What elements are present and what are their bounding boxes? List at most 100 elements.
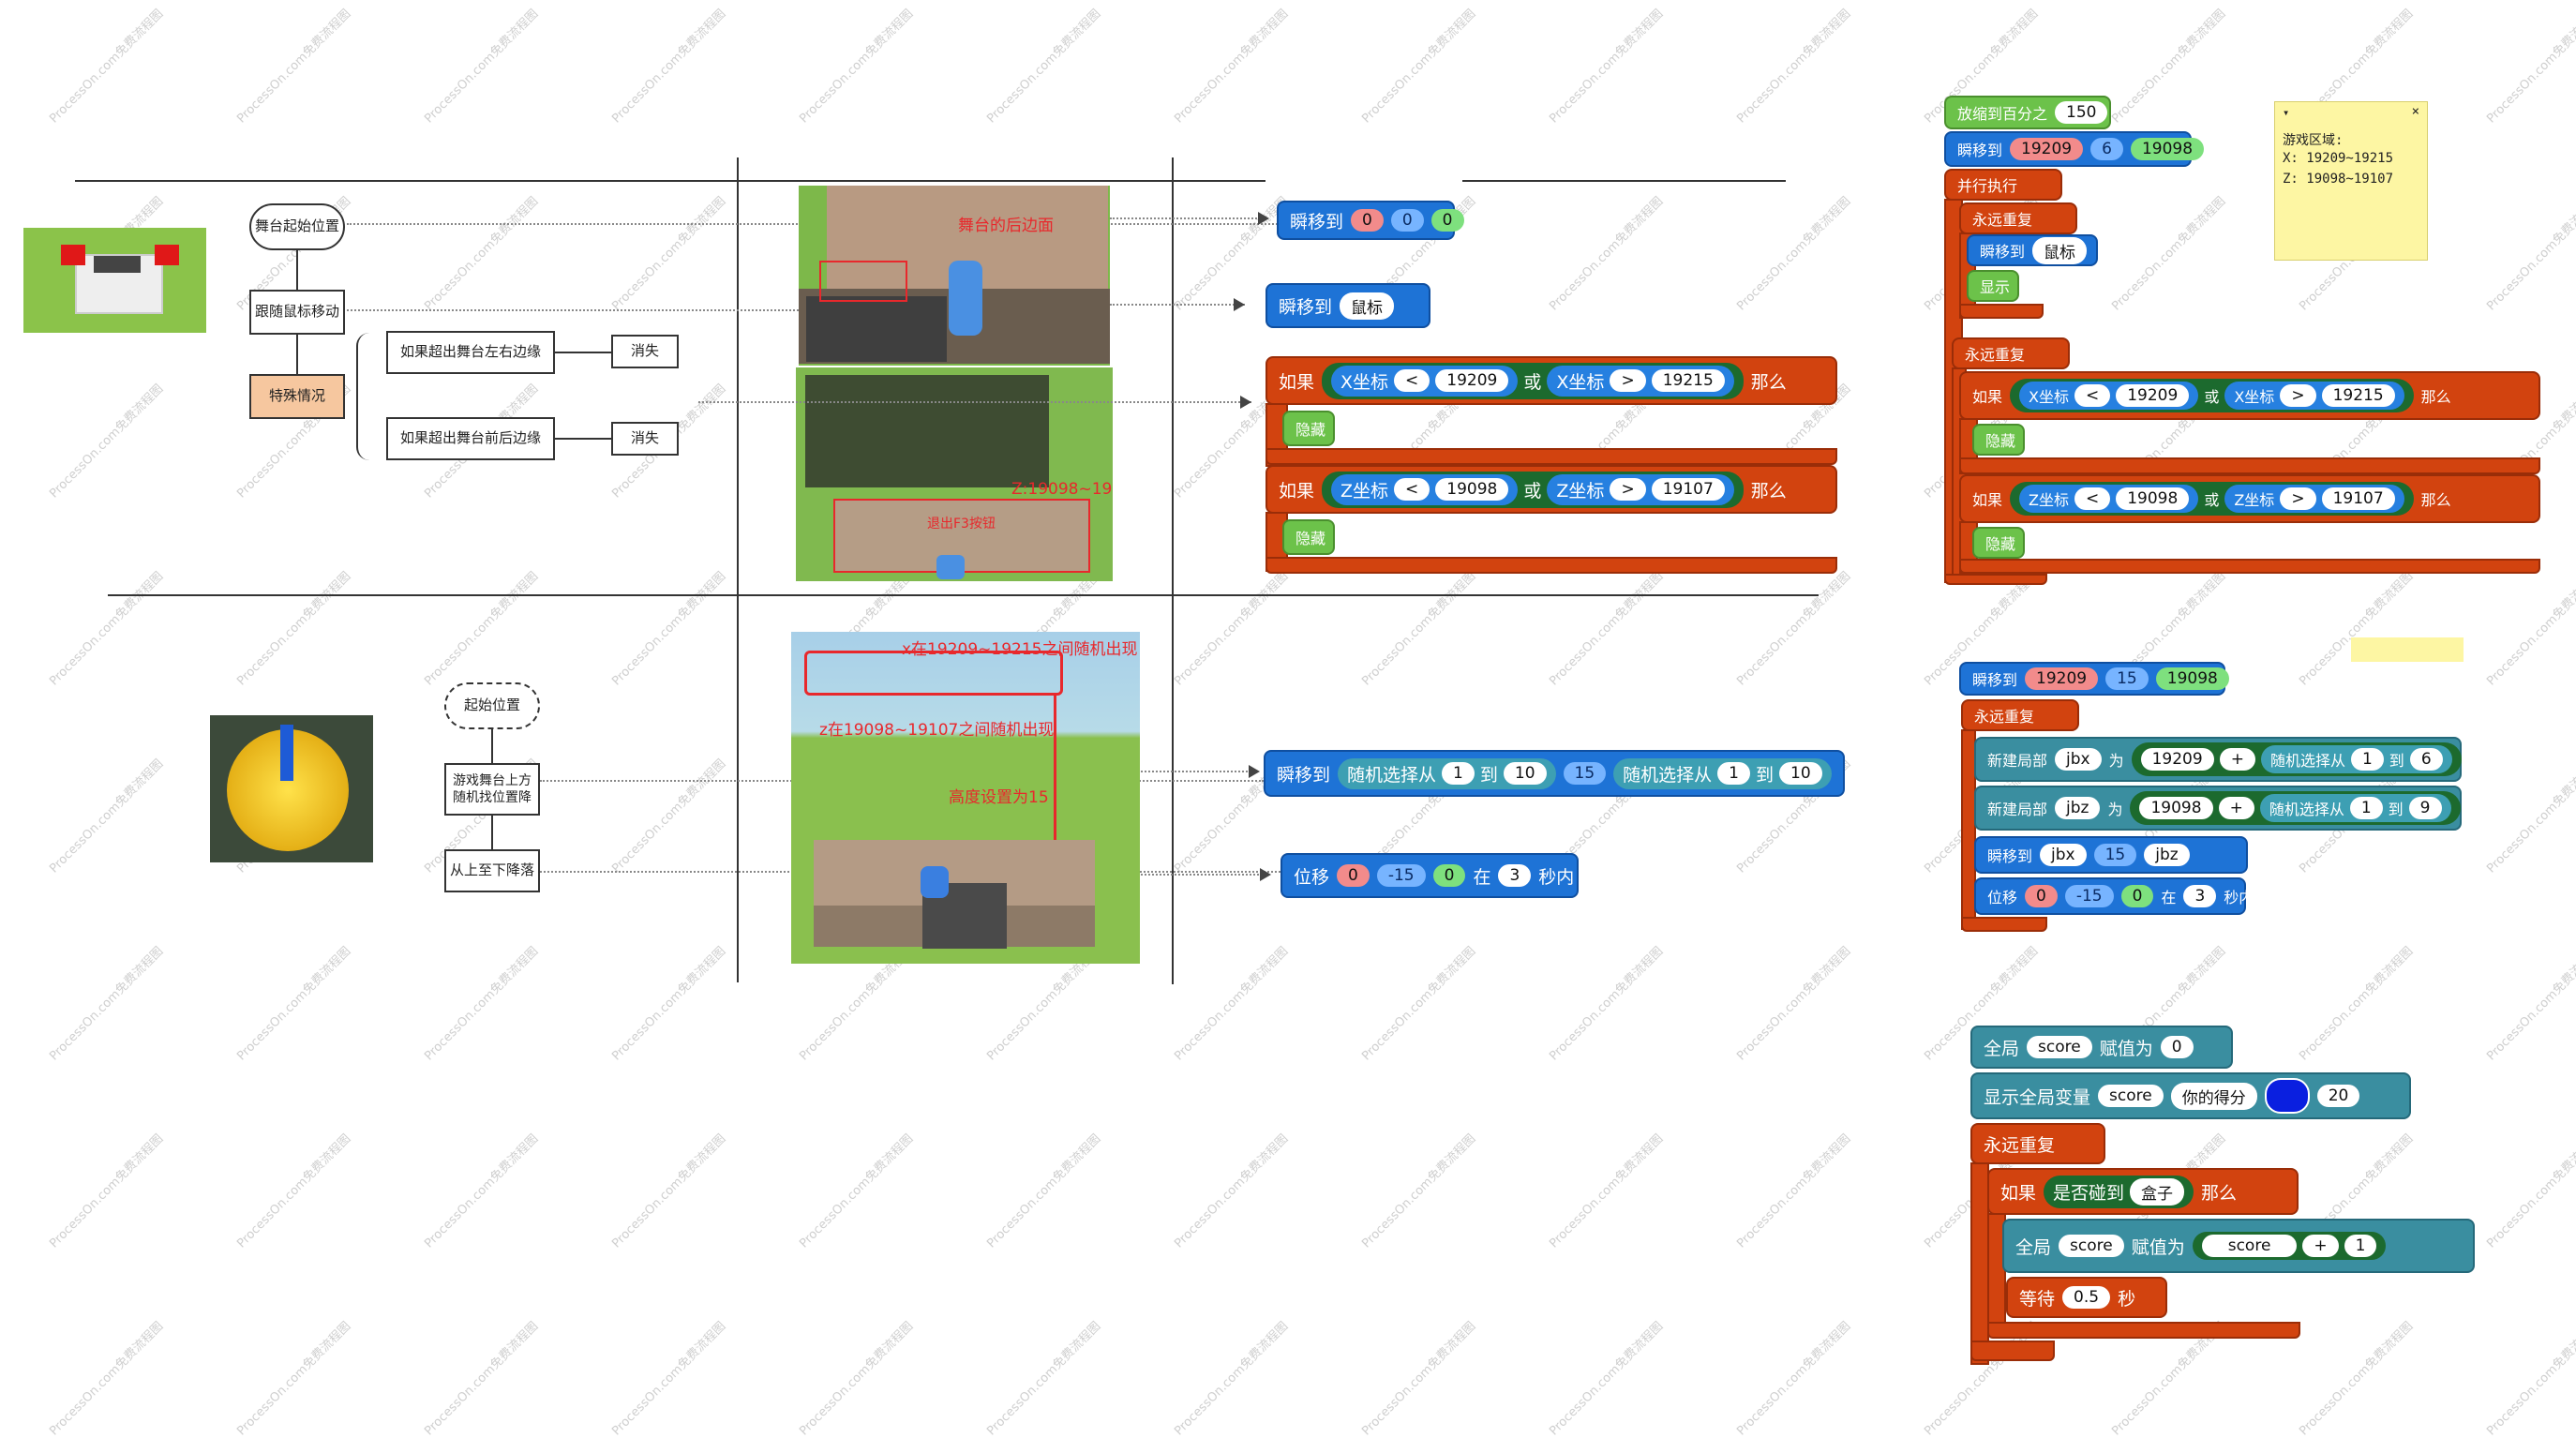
mid-if2-op1[interactable]: < — [1394, 478, 1430, 501]
right-g1-var[interactable]: score — [2027, 1036, 2092, 1058]
right-move-y[interactable]: -15 — [2064, 885, 2114, 907]
right-g2-label[interactable]: 你的得分 — [2170, 1082, 2257, 1110]
right-local-jbz-block[interactable]: 新建局部 jbz 为 19098 + 随机选择从 1 到 9 — [1974, 786, 2462, 831]
note-close-icon[interactable]: × — [2412, 104, 2419, 119]
mid-tp3-y[interactable]: 15 — [1563, 762, 1607, 785]
right-g3-block[interactable]: 全局 score 赋值为 score +1 — [2002, 1219, 2475, 1273]
mid-tp3-a1[interactable]: 1 — [1442, 762, 1475, 785]
mid-if1-n1[interactable]: 19209 — [1435, 369, 1509, 392]
right-tp2-block[interactable]: 瞬移到 19209 15 19098 — [1959, 662, 2229, 696]
mid-move-x[interactable]: 0 — [1337, 864, 1370, 887]
right-g2-color[interactable] — [2264, 1078, 2310, 1114]
mid-tp3-b1[interactable]: 10 — [1503, 762, 1547, 785]
right-g3-n[interactable]: 1 — [2344, 1235, 2377, 1257]
right-if3-block[interactable]: 如果 是否碰到 盒子 那么 — [1987, 1168, 2299, 1215]
mid-if-z-block[interactable]: 如果 Z坐标 <19098 或 Z坐标 >19107 那么 — [1266, 465, 1837, 514]
mid-tp-origin-block[interactable]: 瞬移到 0 0 0 — [1277, 201, 1464, 240]
right-local1-base[interactable]: 19209 — [2140, 748, 2214, 771]
mid-move-t[interactable]: 3 — [1498, 864, 1532, 887]
right-tp3-y[interactable]: 15 — [2093, 844, 2137, 866]
right-if-z-block[interactable]: 如果 Z坐标 <19098 或 Z坐标 >19107 那么 — [1959, 474, 2540, 523]
right-move-z[interactable]: 0 — [2120, 885, 2154, 907]
mid-move-z[interactable]: 0 — [1432, 864, 1466, 887]
right-local1-plus[interactable]: + — [2219, 748, 2255, 771]
right-wait-v[interactable]: 0.5 — [2062, 1286, 2111, 1309]
mid-tp3-b2[interactable]: 10 — [1779, 762, 1822, 785]
right-local2-var[interactable]: jbz — [2055, 797, 2101, 819]
right-g2-block[interactable]: 显示全局变量 score 你的得分 20 — [1970, 1072, 2411, 1119]
mid-move-block[interactable]: 位移 0 -15 0 在 3 秒内 — [1281, 853, 1579, 898]
right-g1-v[interactable]: 0 — [2160, 1036, 2194, 1058]
right-local-jbx-block[interactable]: 新建局部 jbx 为 19209 + 随机选择从 1 到 6 — [1974, 737, 2462, 782]
mid-if1-op1[interactable]: < — [1394, 369, 1430, 392]
right-local1-b[interactable]: 6 — [2409, 748, 2443, 771]
right-forever1-block[interactable]: 永远重复 — [1959, 202, 2077, 234]
right-tp2-x[interactable]: 19209 — [2025, 667, 2099, 690]
right-if1-hide-block[interactable]: 隐藏 — [1972, 424, 2025, 456]
right-tp3-block[interactable]: 瞬移到 jbx 15 jbz — [1974, 836, 2248, 874]
right-parallel-block[interactable]: 并行执行 — [1944, 169, 2062, 201]
mid-if-x-block[interactable]: 如果 X坐标 <19209 或 X坐标 >19215 那么 — [1266, 356, 1837, 405]
note-dropdown-icon[interactable]: ▾ — [2283, 106, 2289, 119]
right-g2-var[interactable]: score — [2098, 1085, 2164, 1107]
right-if2-n1[interactable]: 19098 — [2116, 487, 2190, 510]
right-scale-v[interactable]: 150 — [2055, 101, 2108, 124]
right-forever2-block[interactable]: 永远重复 — [1952, 337, 2070, 369]
right-move-t[interactable]: 3 — [2183, 885, 2217, 907]
mid-if2-n2[interactable]: 19107 — [1651, 478, 1725, 501]
right-g3-plus[interactable]: + — [2302, 1235, 2339, 1257]
right-if3-obj[interactable]: 盒子 — [2130, 1177, 2185, 1206]
right-local2-b[interactable]: 9 — [2408, 797, 2442, 819]
right-tp2-y[interactable]: 15 — [2105, 667, 2149, 690]
right-tp2-z[interactable]: 19098 — [2155, 667, 2229, 690]
right-move-block[interactable]: 位移 0 -15 0 在 3 秒内 — [1974, 877, 2254, 915]
right-tp-x[interactable]: 19209 — [2010, 138, 2084, 160]
right-if2-hide-block[interactable]: 隐藏 — [1972, 527, 2025, 559]
mid-if2-n1[interactable]: 19098 — [1435, 478, 1509, 501]
right-if2-op1[interactable]: < — [2074, 487, 2111, 510]
mid-if1-hide-block[interactable]: 隐藏 — [1282, 411, 1335, 446]
mid-if1-op2[interactable]: > — [1610, 369, 1646, 392]
right-g1-block[interactable]: 全局 score 赋值为 0 — [1970, 1026, 2233, 1069]
right-if1-n2[interactable]: 19215 — [2321, 384, 2395, 407]
mid-tp1-x[interactable]: 0 — [1351, 209, 1384, 232]
mid-move-y[interactable]: -15 — [1376, 864, 1426, 887]
right-if2-n2[interactable]: 19107 — [2321, 487, 2395, 510]
right-scale-block[interactable]: 放缩到百分之 150 — [1944, 96, 2111, 129]
right-tp3-z[interactable]: jbz — [2144, 844, 2190, 866]
mid-tp2-target[interactable]: 鼠标 — [1340, 292, 1395, 320]
right-tp3-x[interactable]: jbx — [2040, 844, 2087, 866]
right-if1-right: X坐标 >19215 — [2224, 382, 2404, 410]
right-show-block[interactable]: 显示 — [1967, 270, 2019, 302]
mid-tp1-y[interactable]: 0 — [1390, 209, 1424, 232]
right-local1-var[interactable]: jbx — [2055, 748, 2102, 771]
right-forever4-block[interactable]: 永远重复 — [1970, 1123, 2105, 1164]
mid-if1-n2[interactable]: 19215 — [1651, 369, 1725, 392]
right-if2-op2[interactable]: > — [2280, 487, 2316, 510]
mid-tp-random-block[interactable]: 瞬移到 随机选择从 1 到 10 15 随机选择从 1 到 10 — [1264, 750, 1845, 797]
right-tp-mouse-v[interactable]: 鼠标 — [2032, 236, 2088, 264]
mid-if2-op2[interactable]: > — [1610, 478, 1646, 501]
right-if1-op1[interactable]: < — [2074, 384, 2111, 407]
right-if1-n1[interactable]: 19209 — [2116, 384, 2190, 407]
right-tp-y[interactable]: 6 — [2090, 138, 2123, 160]
right-forever3-block[interactable]: 永远重复 — [1961, 699, 2079, 731]
right-g2-size[interactable]: 20 — [2316, 1085, 2360, 1107]
right-tp-mouse-block[interactable]: 瞬移到 鼠标 — [1967, 234, 2098, 266]
mid-tp-mouse-block[interactable]: 瞬移到 鼠标 — [1266, 283, 1430, 328]
right-move-x[interactable]: 0 — [2025, 885, 2058, 907]
mid-if2-hide-block[interactable]: 隐藏 — [1282, 519, 1335, 555]
mid-tp3-a2[interactable]: 1 — [1717, 762, 1750, 785]
right-wait-block[interactable]: 等待 0.5 秒 — [2006, 1277, 2167, 1318]
right-if-x-block[interactable]: 如果 X坐标 <19209 或 X坐标 >19215 那么 — [1959, 371, 2540, 420]
right-if1-op2[interactable]: > — [2280, 384, 2316, 407]
right-g3-var[interactable]: score — [2059, 1235, 2124, 1257]
right-local2-plus[interactable]: + — [2218, 797, 2254, 819]
right-tp-z[interactable]: 19098 — [2130, 138, 2205, 160]
right-local1-a[interactable]: 1 — [2350, 748, 2384, 771]
right-local2-a[interactable]: 1 — [2349, 797, 2383, 819]
right-g3-v[interactable]: score — [2201, 1235, 2298, 1257]
right-local2-base[interactable]: 19098 — [2139, 797, 2213, 819]
mid-tp1-z[interactable]: 0 — [1430, 209, 1464, 232]
right-tp-block[interactable]: 瞬移到 19209 6 19098 — [1944, 131, 2205, 167]
